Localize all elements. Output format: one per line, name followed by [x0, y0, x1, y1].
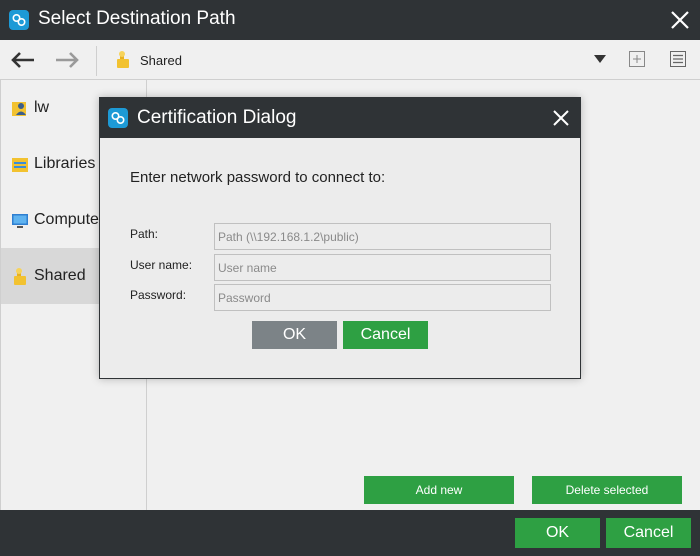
path-label: Path:: [130, 227, 159, 241]
dialog-title: Certification Dialog: [137, 107, 297, 128]
sidebar-item-label: Libraries: [34, 155, 96, 172]
location-label[interactable]: Shared: [140, 53, 182, 68]
sidebar-item-label: Shared: [34, 267, 86, 284]
view-list-icon[interactable]: [669, 50, 687, 68]
dialog-cancel-button[interactable]: Cancel: [343, 321, 428, 349]
libraries-icon: [11, 154, 29, 174]
dialog-title-bar: Certification Dialog: [100, 98, 580, 138]
close-icon[interactable]: [668, 8, 692, 32]
path-input[interactable]: [214, 223, 551, 250]
close-icon[interactable]: [550, 107, 572, 129]
dialog-prompt: Enter network password to connect to:: [130, 169, 386, 186]
username-input[interactable]: [214, 254, 551, 281]
window-title: Select Destination Path: [38, 8, 236, 29]
password-input[interactable]: [214, 284, 551, 311]
add-new-button[interactable]: Add new: [364, 476, 514, 504]
dropdown-arrow-icon[interactable]: [594, 55, 606, 63]
shared-folder-icon: [114, 50, 132, 70]
cancel-button[interactable]: Cancel: [606, 518, 691, 548]
app-logo-icon: [108, 108, 128, 128]
new-folder-icon[interactable]: [628, 50, 646, 68]
footer-bar: OK Cancel: [0, 510, 700, 556]
delete-selected-button[interactable]: Delete selected: [532, 476, 682, 504]
username-label: User name:: [130, 258, 193, 272]
user-folder-icon: [11, 98, 29, 118]
sidebar-item-label: lw: [34, 99, 50, 116]
dialog-ok-button[interactable]: OK: [252, 321, 337, 349]
certification-dialog: Certification Dialog Enter network passw…: [99, 97, 581, 379]
title-bar: Select Destination Path: [0, 0, 700, 40]
password-label: Password:: [130, 288, 187, 302]
shared-icon: [11, 266, 29, 286]
toolbar-divider: [96, 46, 97, 76]
forward-arrow-icon[interactable]: [52, 48, 82, 72]
sidebar-item-label: Computer: [34, 211, 105, 228]
navigation-toolbar: Shared: [0, 40, 700, 80]
ok-button[interactable]: OK: [515, 518, 600, 548]
app-logo-icon: [9, 10, 29, 30]
back-arrow-icon[interactable]: [8, 48, 38, 72]
computer-icon: [11, 210, 29, 230]
select-destination-window: Select Destination Path Shared lw Librar…: [0, 0, 700, 556]
